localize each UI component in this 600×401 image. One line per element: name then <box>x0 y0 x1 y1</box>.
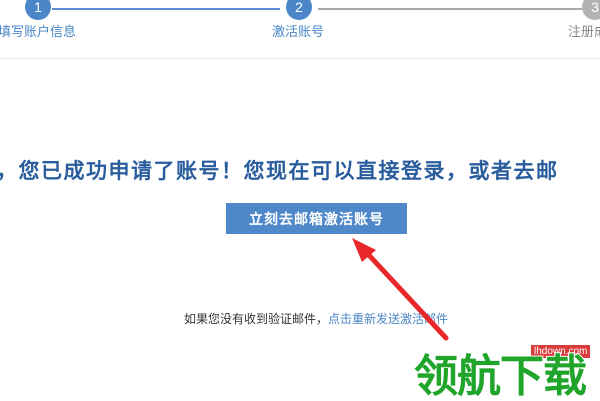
svg-text:领航下载: 领航下载 <box>414 351 587 401</box>
red-arrow-icon <box>352 238 449 341</box>
watermark-logo: 领航下载 <box>413 350 589 401</box>
